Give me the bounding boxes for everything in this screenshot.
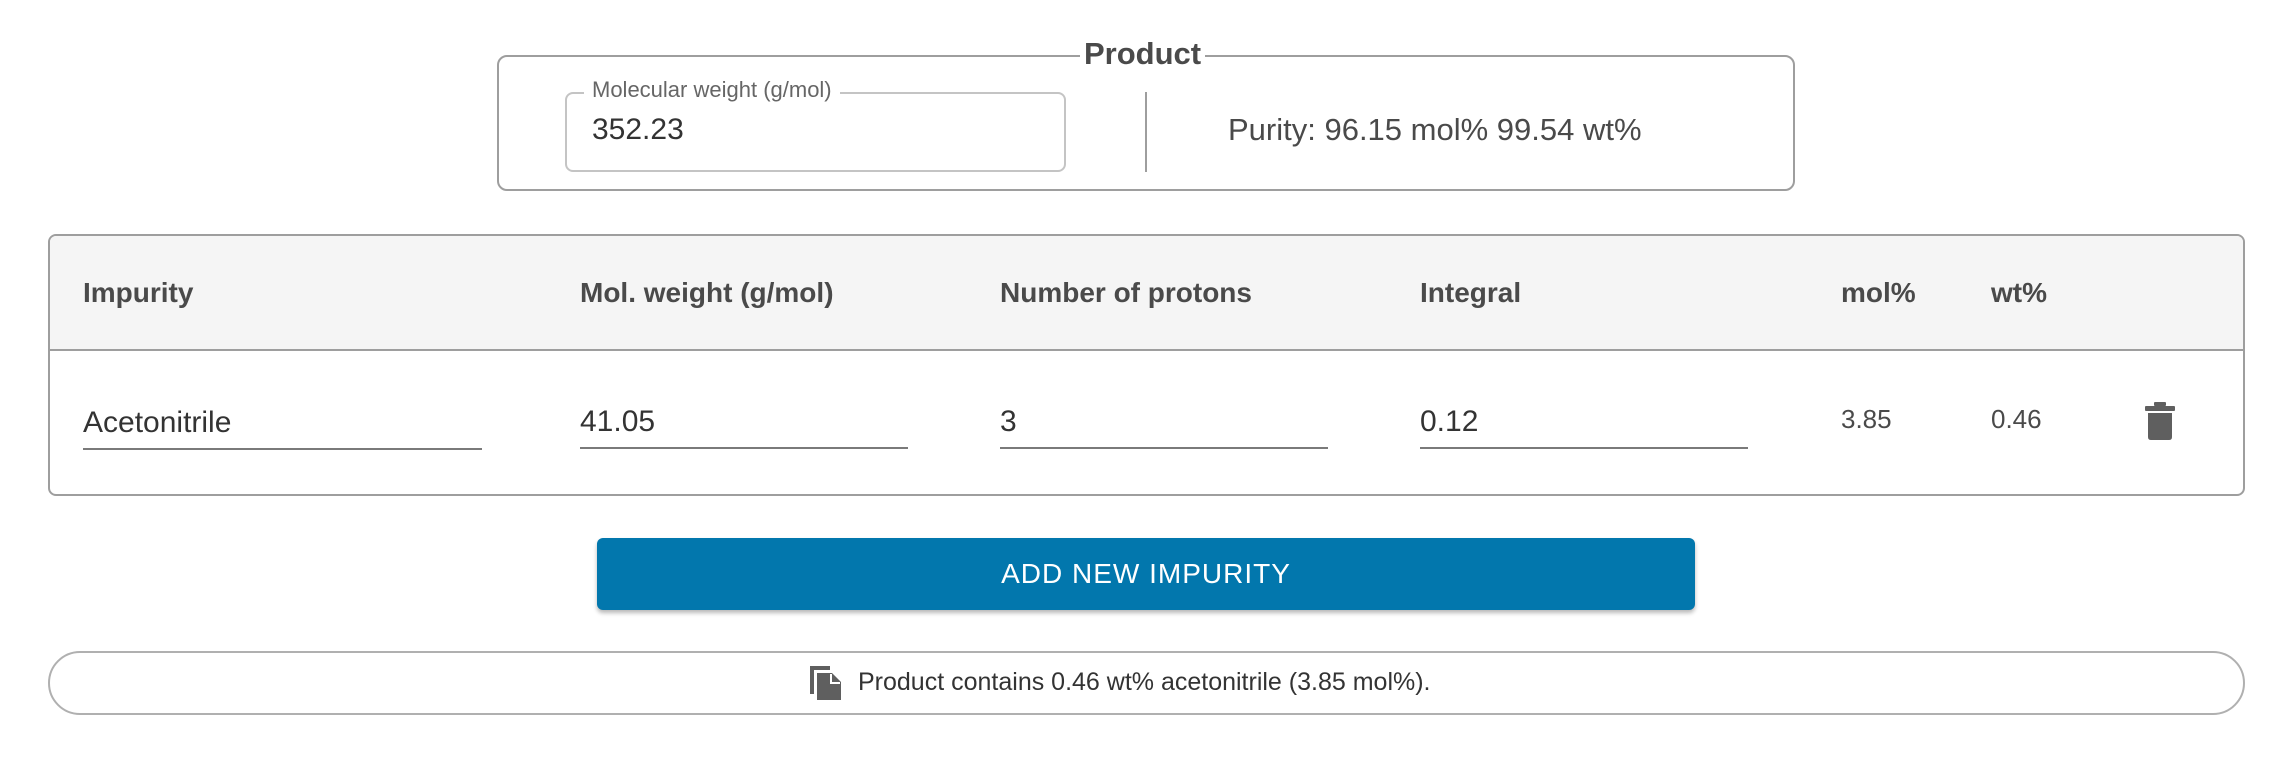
impurity-table bbox=[48, 234, 2245, 496]
impurity-name-input[interactable] bbox=[83, 398, 482, 450]
header-impurity: Impurity bbox=[83, 277, 194, 308]
mol-pct-value: 3.85 bbox=[1841, 404, 1892, 434]
trash-icon[interactable] bbox=[2144, 401, 2176, 441]
molecular-weight-label: Molecular weight (g/mol) bbox=[584, 76, 840, 104]
summary-text: Product contains 0.46 wt% acetonitrile (… bbox=[858, 668, 1431, 696]
purity-text: Purity: 96.15 mol% 99.54 wt% bbox=[1228, 112, 1642, 147]
header-mol-pct: mol% bbox=[1841, 277, 1916, 308]
header-mol-weight: Mol. weight (g/mol) bbox=[580, 277, 834, 308]
integral-input[interactable] bbox=[1420, 397, 1748, 449]
protons-input[interactable] bbox=[1000, 397, 1328, 449]
molecular-weight-input[interactable] bbox=[592, 110, 1032, 150]
mol-weight-input[interactable] bbox=[580, 397, 908, 449]
wt-pct-value: 0.46 bbox=[1991, 404, 2042, 434]
header-protons: Number of protons bbox=[1000, 277, 1252, 308]
header-integral: Integral bbox=[1420, 277, 1522, 308]
header-wt-pct: wt% bbox=[1991, 277, 2047, 308]
product-divider bbox=[1145, 92, 1147, 172]
product-title: Product bbox=[1080, 34, 1206, 74]
copy-icon[interactable] bbox=[808, 664, 844, 702]
add-new-impurity-button[interactable]: ADD NEW IMPURITY bbox=[597, 538, 1695, 610]
